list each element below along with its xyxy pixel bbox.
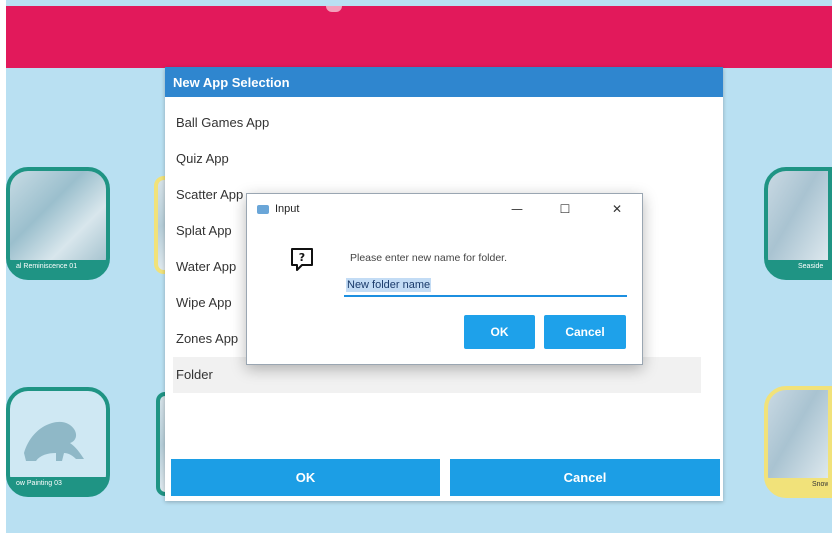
input-ok-button[interactable]: OK (464, 315, 535, 349)
tile-thumbnail (768, 390, 828, 478)
tile-snow[interactable]: Snow (764, 386, 832, 498)
tile-thumbnail (768, 171, 828, 260)
maximize-icon[interactable]: ☐ (553, 199, 577, 219)
top-bar (6, 6, 832, 68)
app-item-quiz[interactable]: Quiz App (173, 141, 703, 177)
tile-thumbnail (10, 171, 106, 260)
folder-name-value[interactable]: New folder name (346, 278, 432, 292)
tile-seaside[interactable]: Seaside (764, 167, 832, 280)
tile-caption: al Reminiscence 01 (16, 263, 78, 270)
dialog-title: New App Selection (165, 67, 723, 97)
input-cancel-button[interactable]: Cancel (544, 315, 626, 349)
input-prompt: Please enter new name for folder. (350, 252, 508, 264)
tile-painting[interactable]: ow Painting 03 (6, 387, 110, 497)
question-icon: ? (291, 248, 313, 271)
app-window-icon (257, 205, 269, 214)
input-dialog: Input — ☐ ✕ ? Please enter new name for … (246, 193, 643, 365)
tile-caption: ow Painting 03 (16, 480, 62, 487)
top-bar-handle[interactable] (326, 6, 342, 12)
tile-caption: Snow (812, 481, 828, 488)
app-item-ball-games[interactable]: Ball Games App (173, 105, 703, 141)
input-dialog-title: Input (275, 203, 300, 215)
app-dialog-cancel-button[interactable]: Cancel (450, 459, 720, 496)
app-dialog-ok-button[interactable]: OK (171, 459, 440, 496)
frog-silhouette-icon (24, 421, 84, 461)
svg-text:?: ? (299, 251, 305, 264)
tile-caption: Seaside (798, 263, 824, 270)
tile-thumbnail (10, 391, 106, 477)
tile-reminiscence[interactable]: al Reminiscence 01 (6, 167, 110, 280)
close-icon[interactable]: ✕ (605, 199, 629, 219)
minimize-icon[interactable]: — (505, 199, 529, 219)
